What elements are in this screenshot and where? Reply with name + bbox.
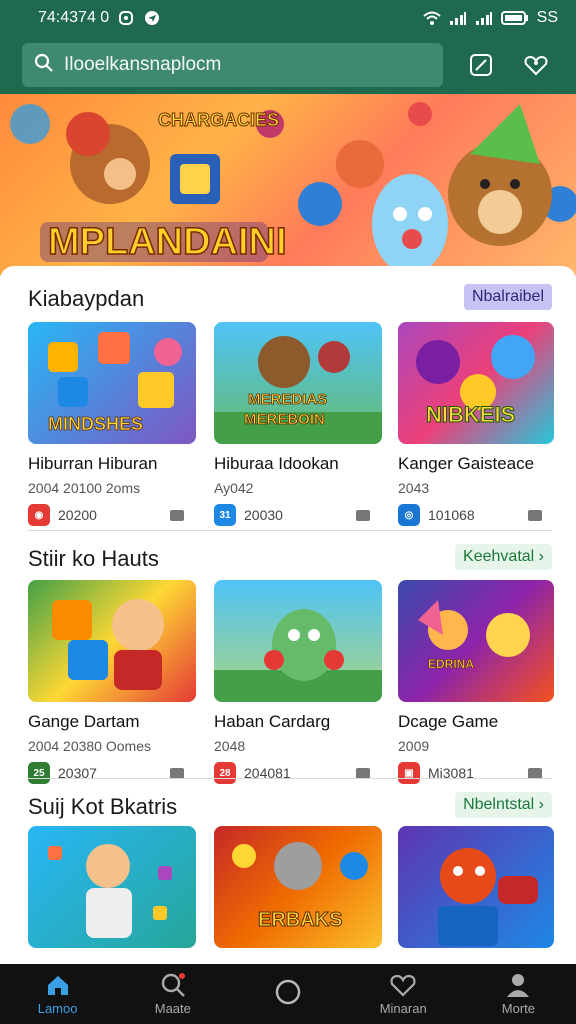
favorite-button[interactable]	[518, 47, 554, 83]
game-thumbnail: NIBKEIS	[398, 322, 554, 444]
app-header	[0, 36, 576, 94]
game-thumbnail: MINDSHES	[28, 322, 196, 444]
section-link-1[interactable]: Nbalraibel	[463, 284, 552, 310]
section-link-2[interactable]: Keehvatal ›	[455, 544, 552, 570]
game-thumbnail: ERBAKS	[214, 826, 382, 948]
game-meta: 2004 20380 Oomes	[28, 738, 151, 754]
status-time: 74:4374 0	[38, 9, 110, 26]
promo-banner[interactable]: MPLANDAINI CHARGACIES	[0, 94, 576, 276]
home-icon	[47, 975, 68, 995]
game-thumbnail	[214, 580, 382, 702]
game-name: Hiburran Hiburan	[28, 454, 158, 473]
game-thumbnail: EDRINA	[398, 580, 554, 702]
game-badge: 101068	[428, 507, 475, 523]
nav-label: Lamoo	[37, 1000, 78, 1016]
search-input[interactable]	[64, 54, 424, 76]
app-icon: ◎	[398, 504, 420, 526]
game-meta: 2048	[214, 738, 246, 754]
search-bar[interactable]	[22, 43, 443, 87]
app-icon: 25	[28, 762, 50, 784]
edit-button[interactable]	[463, 47, 499, 83]
game-badge: 20200	[58, 507, 97, 523]
download-icon[interactable]	[170, 509, 184, 521]
download-icon[interactable]	[528, 509, 542, 521]
game-thumbnail	[28, 580, 196, 702]
game-card[interactable]: NIBKEIS Kanger Gaisteace 2043 ◎ 101068	[398, 322, 554, 526]
edit-icon	[469, 54, 492, 76]
download-icon[interactable]	[170, 767, 184, 779]
banner-title: MPLANDAINI	[48, 221, 287, 263]
circle-icon	[275, 979, 301, 1005]
svg-text:NIBKEIS: NIBKEIS	[426, 402, 515, 427]
battery-icon	[500, 10, 529, 26]
battery-text: SS	[536, 9, 558, 26]
nav-label: Morte	[501, 1000, 536, 1016]
search-icon	[161, 972, 185, 997]
app-icon: ▣	[398, 762, 420, 784]
svg-text:ERBAKS: ERBAKS	[258, 909, 342, 931]
game-meta: 2043	[398, 480, 430, 496]
gamepad-icon: ◉	[28, 504, 50, 526]
heart-location-icon	[524, 55, 548, 76]
app-icon: 28	[214, 762, 236, 784]
section-title-1: Kiabaypdan	[28, 286, 145, 311]
nav-favorites[interactable]: Minaran	[346, 964, 461, 1024]
svg-text:EDRINA: EDRINA	[428, 657, 474, 671]
game-meta: Ay042	[214, 480, 254, 496]
section-divider	[28, 778, 552, 779]
section-title-3: Suij Kot Bkatris	[28, 794, 178, 819]
nav-home[interactable]: Lamoo	[0, 964, 115, 1024]
signal-icon-2	[475, 10, 493, 26]
game-card[interactable]	[398, 826, 554, 948]
game-name: Haban Cardarg	[214, 712, 331, 731]
game-card[interactable]: MEREDIAS MEREBOIN Hiburaa Idookan Ay042 …	[214, 322, 382, 526]
game-meta: 2009	[398, 738, 430, 754]
nav-label: Minaran	[379, 1000, 427, 1016]
download-icon[interactable]	[528, 767, 542, 779]
person-icon	[507, 973, 530, 997]
download-icon[interactable]	[356, 509, 370, 521]
game-thumbnail	[398, 826, 554, 948]
game-meta: 2004 20100 2oms	[28, 480, 141, 496]
nav-center[interactable]	[230, 964, 345, 1024]
bottom-nav: Lamoo Maate Minaran Morte	[0, 964, 576, 1024]
game-card[interactable]: Haban Cardarg 2048 28 204081	[214, 580, 382, 784]
telegram-icon	[143, 10, 161, 26]
notification-icon	[117, 10, 135, 26]
content-sheet: Kiabaypdan Nbalraibel MINDSHES Hiburran …	[0, 266, 576, 966]
game-name: Dcage Game	[398, 712, 499, 731]
signal-icon	[449, 10, 467, 26]
game-card[interactable]: EDRINA Dcage Game 2009 ▣ Mi3081	[398, 580, 554, 784]
banner-subtitle: CHARGACIES	[158, 110, 279, 130]
svg-text:MEREDIAS: MEREDIAS	[248, 391, 327, 408]
nav-search[interactable]: Maate	[115, 964, 230, 1024]
game-thumbnail	[28, 826, 196, 948]
app-icon: 31	[214, 504, 236, 526]
section-divider	[28, 530, 552, 531]
nav-profile[interactable]: Morte	[461, 964, 576, 1024]
status-bar: 74:4374 0 SS	[0, 0, 576, 36]
game-card[interactable]	[28, 826, 196, 948]
svg-text:MEREBOIN: MEREBOIN	[244, 411, 325, 428]
game-name: Kanger Gaisteace	[398, 454, 535, 473]
section-link-3[interactable]: Nbelntstal ›	[455, 792, 552, 818]
game-card[interactable]: ERBAKS	[214, 826, 382, 948]
game-name: Gange Dartam	[28, 712, 140, 731]
wifi-icon	[422, 10, 441, 26]
download-icon[interactable]	[356, 767, 370, 779]
search-icon	[34, 53, 54, 78]
banner-illustration: MPLANDAINI CHARGACIES	[10, 102, 576, 274]
game-card[interactable]: Gange Dartam 2004 20380 Oomes 25 20307	[28, 580, 196, 784]
svg-text:MINDSHES: MINDSHES	[48, 414, 143, 434]
game-thumbnail: MEREDIAS MEREBOIN	[214, 322, 382, 444]
game-card[interactable]: MINDSHES Hiburran Hiburan 2004 20100 2om…	[28, 322, 196, 526]
section-title-2: Stiir ko Hauts	[28, 546, 159, 571]
nav-label: Maate	[154, 1000, 191, 1016]
game-name: Hiburaa Idookan	[214, 454, 339, 473]
heart-icon	[390, 974, 416, 997]
game-badge: 20030	[244, 507, 283, 523]
